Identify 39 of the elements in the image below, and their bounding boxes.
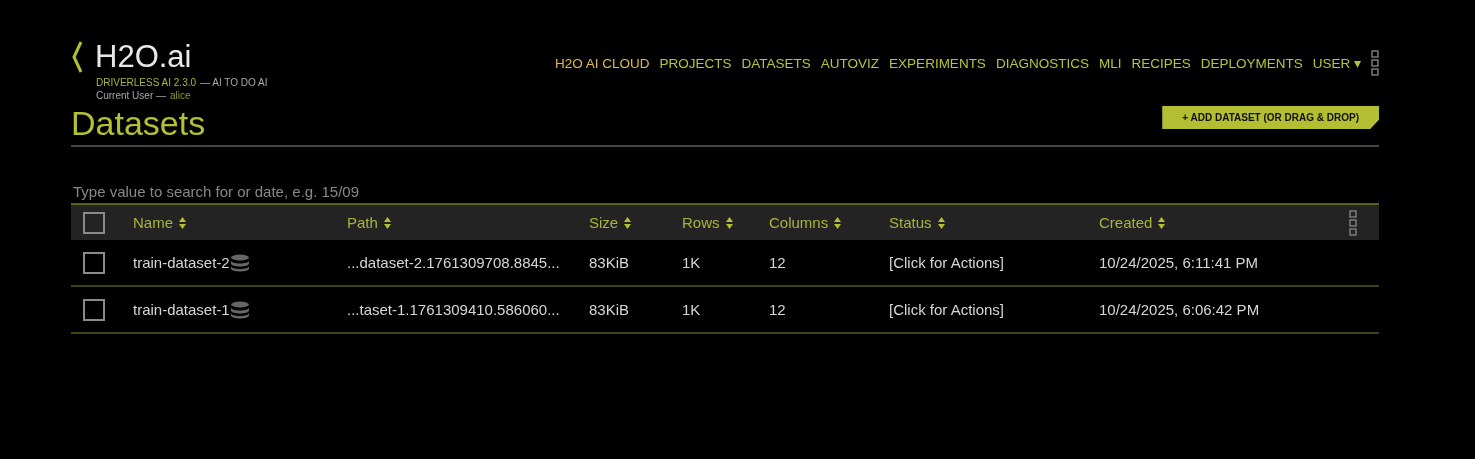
product-version: DRIVERLESS AI 2.3.0 [96, 76, 197, 89]
column-header[interactable]: Rows [682, 214, 720, 231]
nav-link[interactable]: PROJECTS [659, 55, 732, 71]
nav-link[interactable]: DATASETS [741, 55, 811, 71]
table-cell: 12 [769, 301, 786, 318]
column-header[interactable]: Created [1099, 214, 1153, 231]
table-cell: 1K [682, 254, 701, 271]
nav-link[interactable]: DIAGNOSTICS [995, 55, 1089, 71]
table-cell: train-dataset-1 [133, 301, 230, 318]
table-cell: 83KiB [589, 301, 630, 318]
nav-link[interactable]: MLI [1098, 55, 1122, 71]
page-title: Datasets [71, 103, 206, 143]
nav-link[interactable]: H2O AI CLOUD [555, 55, 650, 71]
nav-link[interactable]: RECIPES [1131, 55, 1191, 71]
add-dataset-button[interactable]: + ADD DATASET (OR DRAG & DROP) [1162, 106, 1379, 129]
user-label: Current User — [96, 89, 166, 102]
table-cell: ...taset-1.1761309410.586060... [347, 301, 560, 318]
table-cell: 1K [682, 301, 701, 318]
column-header[interactable]: Status [889, 214, 932, 231]
table-cell[interactable]: [Click for Actions] [889, 254, 1005, 271]
table-cell[interactable]: [Click for Actions] [889, 301, 1005, 318]
user-name: alice [170, 89, 191, 102]
table-cell: 10/24/2025, 6:06:42 PM [1099, 301, 1260, 318]
nav-link[interactable]: USER ▾ [1312, 55, 1361, 71]
table-cell: 10/24/2025, 6:11:41 PM [1099, 254, 1258, 271]
column-header[interactable]: Columns [769, 214, 829, 231]
table-cell: ...dataset-2.1761309708.8845... [347, 254, 560, 271]
column-header[interactable]: Name [133, 214, 173, 231]
nav-link[interactable]: DEPLOYMENTS [1200, 55, 1303, 71]
tagline: — AI TO DO AI [200, 76, 268, 89]
table-cell: 83KiB [589, 254, 630, 271]
column-header[interactable]: Size [589, 214, 619, 231]
logo-text: H2O.ai [95, 38, 192, 76]
table-cell: train-dataset-2 [133, 254, 230, 271]
table-cell: 12 [769, 254, 786, 271]
nav-link[interactable]: EXPERIMENTS [889, 55, 986, 71]
nav-link[interactable]: AUTOVIZ [820, 55, 880, 71]
column-header[interactable]: Path [347, 214, 378, 231]
search-field[interactable]: Type value to search for or date, e.g. 15/09 [71, 183, 1379, 200]
